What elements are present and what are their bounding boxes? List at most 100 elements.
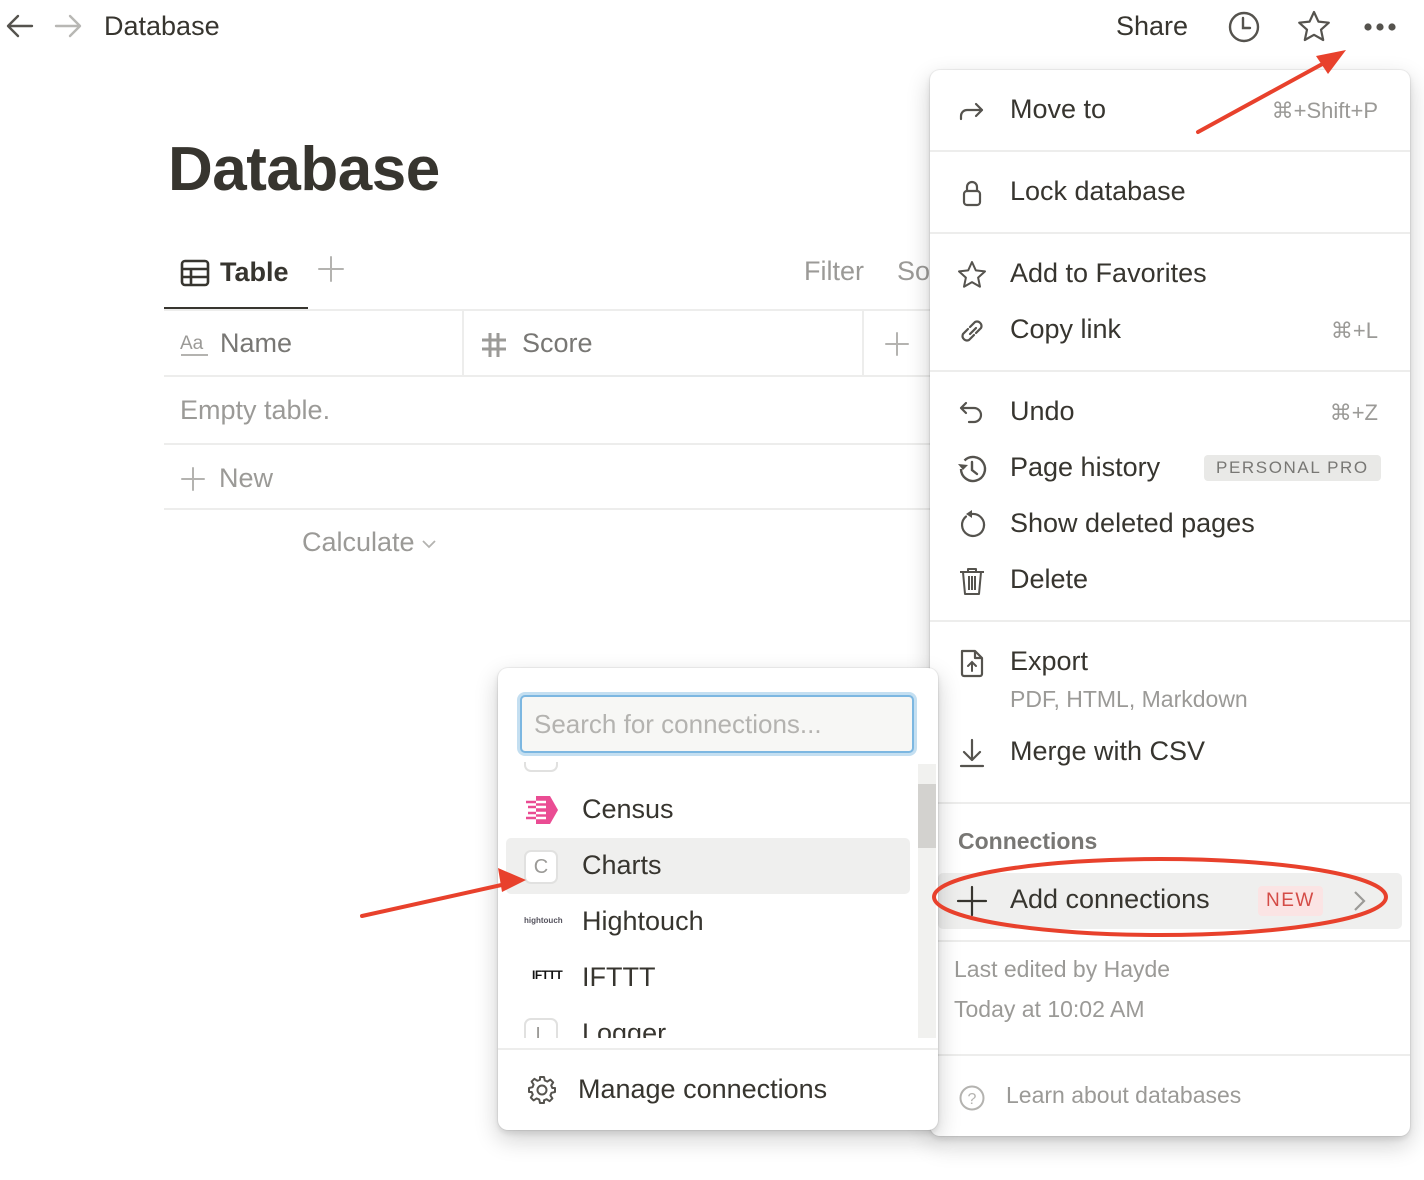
divider xyxy=(930,1054,1410,1056)
empty-table-row: Empty table. xyxy=(164,378,944,445)
menu-item-add-to-favorites[interactable]: Add to Favorites xyxy=(930,248,1410,300)
connection-logo xyxy=(524,762,558,772)
manage-connections-button[interactable]: Manage connections xyxy=(506,1064,930,1116)
menu-item-delete[interactable]: Delete xyxy=(930,554,1410,606)
menu-item-export[interactable]: Export PDF, HTML, Markdown xyxy=(930,636,1410,716)
connection-label: Hightouch xyxy=(582,906,704,936)
connection-item-partial[interactable] xyxy=(506,762,910,782)
top-bar: Database Share xyxy=(0,0,1424,54)
more-horizontal-icon[interactable] xyxy=(1362,9,1398,45)
connections-popup: Census C Charts hightouch Hightouch IFTT… xyxy=(498,668,938,1130)
arrow-left-icon[interactable] xyxy=(4,10,36,42)
learn-about-databases-link[interactable]: ? Learn about databases xyxy=(930,1076,1410,1120)
plan-badge: PERSONAL PRO xyxy=(1204,455,1381,481)
connection-item-census[interactable]: Census xyxy=(506,782,910,838)
menu-item-label: Lock database xyxy=(1010,176,1186,206)
page-options-menu: Move to ⌘+Shift+P Lock database Add to F… xyxy=(930,70,1410,1136)
history-icon xyxy=(958,455,987,483)
svg-text:Aa: Aa xyxy=(180,333,204,354)
menu-item-label: Export xyxy=(1010,646,1089,676)
arrow-right-icon[interactable] xyxy=(52,10,84,42)
scrollbar-thumb[interactable] xyxy=(918,784,936,848)
menu-item-merge-with-csv[interactable]: Merge with CSV xyxy=(930,726,1410,778)
plus-icon xyxy=(181,467,205,491)
menu-item-lock-database[interactable]: Lock database xyxy=(930,166,1410,218)
menu-item-move-to[interactable]: Move to ⌘+Shift+P xyxy=(930,84,1410,136)
menu-item-sublabel: PDF, HTML, Markdown xyxy=(1010,686,1248,712)
download-icon xyxy=(959,738,985,768)
menu-item-show-deleted-pages[interactable]: Show deleted pages xyxy=(930,498,1410,550)
svg-text:?: ? xyxy=(968,1091,977,1108)
empty-table-text: Empty table. xyxy=(180,395,331,425)
trash-icon xyxy=(960,568,984,595)
star-icon[interactable] xyxy=(1296,9,1332,45)
new-badge: NEW xyxy=(1258,886,1323,916)
filter-button[interactable]: Filter xyxy=(804,256,864,287)
menu-item-undo[interactable]: Undo ⌘+Z xyxy=(930,386,1410,438)
add-column-button[interactable] xyxy=(866,311,926,375)
connections-list: Census C Charts hightouch Hightouch IFTT… xyxy=(498,762,918,1038)
share-button[interactable]: Share xyxy=(1116,11,1188,42)
view-tabs: Table Filter Sort xyxy=(164,248,964,310)
search-connections-input[interactable] xyxy=(520,695,914,753)
ifttt-logo: IFTTT xyxy=(532,968,563,982)
menu-item-label: Add to Favorites xyxy=(1010,258,1207,288)
connection-label: Charts xyxy=(582,850,662,880)
gear-icon xyxy=(528,1076,556,1104)
help-circle-icon: ? xyxy=(959,1085,985,1111)
menu-item-label: Merge with CSV xyxy=(1010,736,1206,766)
plus-icon[interactable] xyxy=(316,254,346,284)
menu-item-label: Delete xyxy=(1010,564,1089,594)
divider xyxy=(930,620,1410,622)
arrow-turn-right-icon xyxy=(959,102,984,121)
divider xyxy=(930,802,1410,804)
hightouch-logo: hightouch xyxy=(524,916,563,925)
shortcut-hint: ⌘+Z xyxy=(1329,400,1378,425)
column-header-score[interactable]: Score xyxy=(466,311,864,375)
column-name-label: Name xyxy=(220,328,293,358)
connection-item-hightouch[interactable]: hightouch Hightouch xyxy=(506,894,910,950)
connection-label: Logger xyxy=(582,1018,667,1038)
connection-item-logger[interactable]: L Logger xyxy=(506,1006,910,1038)
census-logo xyxy=(526,796,558,824)
new-row-label: New xyxy=(219,463,274,493)
divider xyxy=(930,940,1410,942)
chevron-right-icon xyxy=(1354,891,1366,911)
plus-icon xyxy=(885,332,909,356)
shortcut-hint: ⌘+L xyxy=(1330,318,1378,343)
link-icon xyxy=(961,320,983,342)
menu-item-page-history[interactable]: Page history PERSONAL PRO xyxy=(930,442,1410,494)
shortcut-hint: ⌘+Shift+P xyxy=(1271,98,1378,123)
connection-item-ifttt[interactable]: IFTTT IFTTT xyxy=(506,950,910,1006)
undo-icon xyxy=(959,401,983,424)
breadcrumb[interactable]: Database xyxy=(104,11,220,42)
column-header-name[interactable]: Aa Name xyxy=(164,311,464,375)
new-row-button[interactable]: New xyxy=(164,446,944,510)
page-title[interactable]: Database xyxy=(168,134,440,205)
connection-label: IFTTT xyxy=(582,962,656,992)
add-connections-button[interactable]: Add connections NEW xyxy=(938,873,1402,929)
star-icon xyxy=(958,261,986,288)
menu-item-copy-link[interactable]: Copy link ⌘+L xyxy=(930,304,1410,356)
connection-label: Census xyxy=(582,794,674,824)
connection-item-charts[interactable]: C Charts xyxy=(506,838,910,894)
plus-icon xyxy=(956,885,988,917)
divider xyxy=(930,370,1410,372)
lock-icon xyxy=(962,180,982,207)
table-header: Aa Name Score xyxy=(164,311,944,377)
calculate-button[interactable]: Calculate xyxy=(302,527,437,558)
menu-item-label: Show deleted pages xyxy=(1010,508,1255,538)
clock-icon[interactable] xyxy=(1226,9,1262,45)
manage-connections-label: Manage connections xyxy=(578,1074,828,1104)
tab-table[interactable]: Table xyxy=(164,248,308,310)
menu-item-label: Copy link xyxy=(1010,314,1122,344)
restore-icon xyxy=(961,510,986,538)
menu-item-label: Move to xyxy=(1010,94,1107,124)
menu-item-label: Undo xyxy=(1010,396,1075,426)
divider xyxy=(930,232,1410,234)
last-edited-by: Last edited by Hayde xyxy=(954,956,1171,982)
letter-l-logo: L xyxy=(524,1018,558,1038)
menu-item-label: Page history xyxy=(1010,452,1161,482)
hash-icon xyxy=(482,333,506,357)
column-score-label: Score xyxy=(522,328,593,358)
